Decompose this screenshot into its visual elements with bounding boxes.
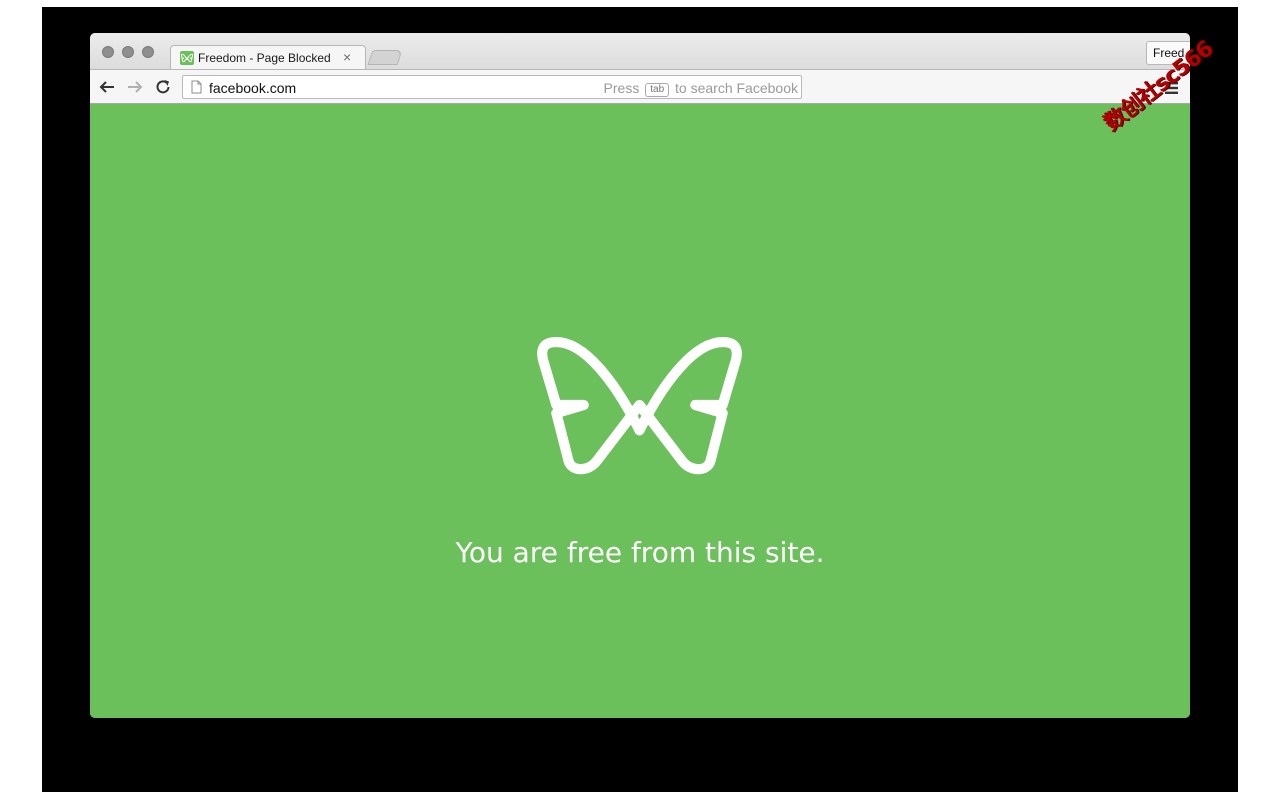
tab-freedom-page-blocked[interactable]: Freedom - Page Blocked × bbox=[170, 45, 366, 69]
blocked-page-content: You are free from this site. bbox=[90, 104, 1190, 718]
title-bar: Freedom - Page Blocked × Freed bbox=[90, 33, 1190, 69]
forward-arrow-icon[interactable] bbox=[126, 78, 144, 96]
close-window-button[interactable] bbox=[102, 46, 114, 58]
address-bar[interactable]: facebook.com Press tab to search Faceboo… bbox=[182, 75, 802, 99]
butterfly-icon bbox=[537, 334, 742, 481]
tab-key-badge: tab bbox=[645, 83, 670, 97]
reload-icon[interactable] bbox=[154, 78, 172, 96]
browser-toolbar: facebook.com Press tab to search Faceboo… bbox=[90, 69, 1190, 104]
tab-close-icon[interactable]: × bbox=[343, 49, 351, 65]
zoom-window-button[interactable] bbox=[142, 46, 154, 58]
browser-window: Freedom - Page Blocked × Freed facebook.… bbox=[90, 33, 1190, 718]
hint-suffix: to search Facebook bbox=[675, 80, 798, 96]
back-arrow-icon[interactable] bbox=[98, 78, 116, 96]
blocked-message: You are free from this site. bbox=[455, 536, 825, 569]
tab-title: Freedom - Page Blocked bbox=[198, 51, 331, 65]
freedom-favicon-icon bbox=[180, 51, 194, 65]
minimize-window-button[interactable] bbox=[122, 46, 134, 58]
page-document-icon bbox=[191, 80, 202, 99]
url-text: facebook.com bbox=[209, 80, 297, 96]
hint-prefix: Press bbox=[603, 80, 640, 96]
search-hint: Press tab to search Facebook bbox=[604, 80, 798, 97]
new-tab-button[interactable] bbox=[367, 50, 403, 65]
